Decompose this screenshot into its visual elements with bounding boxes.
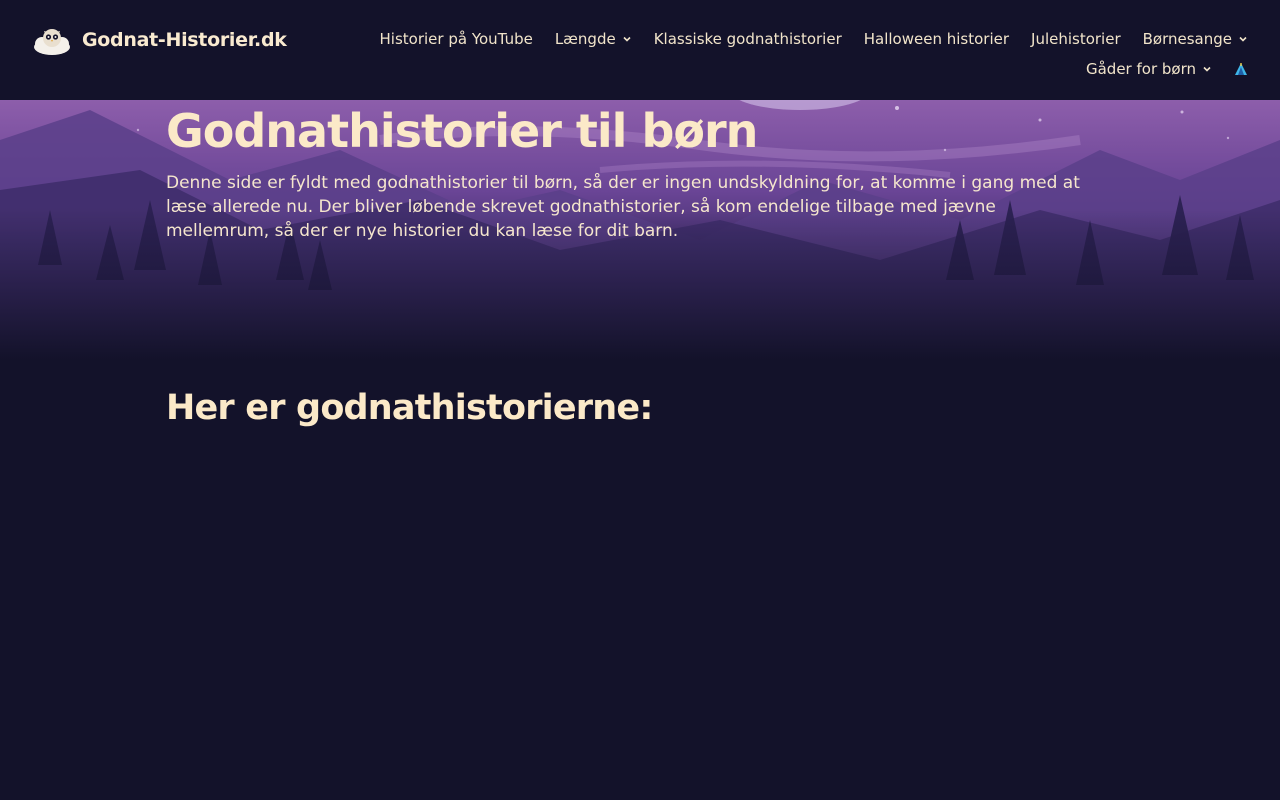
nav-item-classic-stories[interactable]: Klassiske godnathistorier	[654, 30, 842, 48]
stories-section-title: Her er godnathistorierne:	[166, 388, 653, 428]
site-logo[interactable]: Godnat-Historier.dk	[32, 22, 287, 58]
tent-icon	[1235, 63, 1247, 75]
chevron-down-icon	[623, 36, 631, 42]
chevron-down-icon	[1203, 66, 1211, 72]
logo-text: Godnat-Historier.dk	[82, 29, 287, 51]
chevron-down-icon	[1239, 36, 1247, 42]
nav-item-childrens-songs[interactable]: Børnesange	[1143, 30, 1248, 48]
nav-item-halloween[interactable]: Halloween historier	[864, 30, 1009, 48]
site-header: Godnat-Historier.dk Historier på YouTube…	[0, 0, 1280, 100]
page-title: Godnathistorier til børn	[166, 104, 758, 158]
nav-item-length[interactable]: Længde	[555, 30, 632, 48]
nav-item-christmas[interactable]: Julehistorier	[1031, 30, 1121, 48]
nav-item-tent[interactable]	[1234, 62, 1248, 76]
nav-item-riddles[interactable]: Gåder for børn	[1086, 60, 1212, 78]
owl-cloud-logo-icon	[34, 29, 70, 55]
main-nav-row-2: Gåder for børn	[1086, 60, 1248, 78]
nav-item-youtube[interactable]: Historier på YouTube	[380, 30, 533, 48]
main-nav-row-1: Historier på YouTube Længde Klassiske go…	[380, 30, 1248, 48]
page-intro-text: Denne side er fyldt med godnathistorier …	[166, 173, 1080, 241]
